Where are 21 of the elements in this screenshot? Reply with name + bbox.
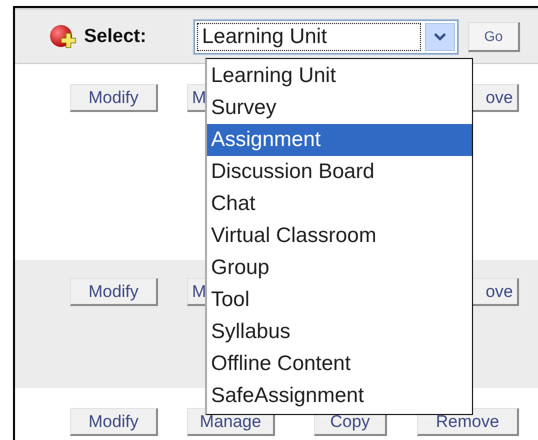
action-button[interactable]: Modify xyxy=(70,84,158,112)
action-button[interactable]: ove xyxy=(473,278,519,306)
dropdown-option[interactable]: Tool xyxy=(207,284,472,316)
action-button[interactable]: M xyxy=(187,84,206,112)
dropdown-option[interactable]: Learning Unit xyxy=(207,60,472,92)
dropdown-option[interactable]: Discussion Board xyxy=(207,156,472,188)
add-icon xyxy=(49,22,79,50)
dropdown-option[interactable]: Survey xyxy=(207,92,472,124)
go-button[interactable]: Go xyxy=(468,22,520,52)
action-button[interactable]: ove xyxy=(473,84,519,112)
action-button[interactable]: M xyxy=(187,278,206,306)
action-button[interactable]: Modify xyxy=(70,278,158,306)
dropdown-option[interactable]: Virtual Classroom xyxy=(207,220,472,252)
dropdown-option[interactable]: Chat xyxy=(207,188,472,220)
select-label: Select: xyxy=(84,26,148,48)
dropdown-option[interactable]: Assignment xyxy=(207,124,472,156)
type-select[interactable]: Learning Unit xyxy=(194,20,458,54)
dropdown-option[interactable]: Group xyxy=(207,252,472,284)
dropdown-option[interactable]: Syllabus xyxy=(207,316,472,348)
dropdown-option[interactable]: Offline Content xyxy=(207,348,472,380)
action-button[interactable]: Modify xyxy=(70,408,158,436)
